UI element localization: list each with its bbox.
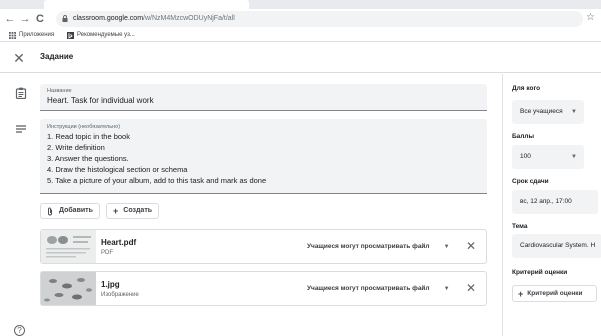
settings-sidebar: Для кого Все учащиеся ▼ Баллы 100 ▼ Срок… [502,74,601,336]
close-icon[interactable]: ✕ [12,51,26,65]
plus-icon: + [518,288,524,299]
app-header: ✕ Задание [0,43,601,73]
add-button-label: Добавить [59,207,93,214]
for-whom-select[interactable]: Все учащиеся ▼ [512,100,584,124]
instructions-field[interactable]: Инструкции (необязательно) 1. Read topic… [40,119,487,194]
url-text: classroom.google.com/w/NzM4MzcwODUyNjFa/… [73,11,235,27]
instructions-line: 2. Write definition [47,143,105,152]
browser-tab-strip [0,0,601,9]
chevron-down-icon: ▼ [443,285,450,292]
for-whom-value: Все учащиеся [520,108,563,115]
topic-value: Cardiovascular System. H [520,242,596,249]
topic-select[interactable]: Cardiovascular System. H [512,234,601,258]
instructions-field-label: Инструкции (необязательно) [47,124,121,130]
image-thumbnail [41,272,96,305]
remove-attachment-icon[interactable]: ✕ [466,281,476,295]
plus-icon: + [113,206,119,216]
pdf-thumbnail [41,230,96,263]
instructions-line: 5. Take a picture of your album, add to … [47,176,267,185]
notes-icon [16,125,26,133]
address-bar[interactable]: classroom.google.com/w/NzM4MzcwODUyNjFa/… [56,11,583,27]
bookmark-star-icon[interactable]: ☆ [586,11,595,25]
forward-button[interactable]: → [18,11,32,27]
remove-attachment-icon[interactable]: ✕ [466,239,476,253]
permission-label: Учащиеся могут просматривать файл [307,285,430,292]
pdf-preview-image [41,230,96,263]
points-value: 100 [520,153,531,160]
due-date-value: вс, 12 апр., 17:00 [520,198,572,205]
add-button[interactable]: Добавить [40,203,100,219]
bookmark-apps-label: Приложения [19,32,55,38]
create-button[interactable]: + Создать [106,203,160,219]
jpg-preview-image [41,272,96,305]
rubric-label: Критерий оценки [512,269,568,276]
points-select[interactable]: 100 ▼ [512,145,584,169]
create-button-label: Создать [123,207,153,214]
bookmark-recommended[interactable]: Рекомендуемые уз... [67,29,135,42]
bookmark-apps[interactable]: Приложения [9,29,54,42]
chevron-down-icon: ▼ [571,154,577,160]
attachment-card[interactable]: 1.jpg Изображение Учащиеся могут просмат… [40,271,487,306]
attachment-name: Heart.pdf [101,238,137,247]
browser-toolbar: ← → C classroom.google.com/w/NzM4MzcwODU… [0,9,601,29]
page-title: Задание [40,52,74,61]
title-field[interactable]: Название Heart. Task for individual work [40,84,487,111]
topic-label: Тема [512,223,528,230]
due-date-select[interactable]: вс, 12 апр., 17:00 [512,190,598,214]
attachment-type: Изображение [101,292,139,298]
for-whom-label: Для кого [512,85,541,92]
instructions-line: 3. Answer the questions. [47,154,129,163]
apps-grid-icon [9,32,16,39]
lock-icon [62,15,68,22]
instructions-line: 1. Read topic in the book [47,132,130,141]
browser-active-tab[interactable] [44,0,249,9]
back-button[interactable]: ← [3,11,17,27]
chevron-down-icon: ▼ [571,109,577,115]
assignment-icon [15,87,27,99]
title-field-value: Heart. Task for individual work [47,96,154,105]
permission-dropdown[interactable]: Учащиеся могут просматривать файл ▼ [298,276,458,301]
due-date-label: Срок сдачи [512,178,549,185]
url-path: /w/NzM4MzcwODUyNjFa/t/all [143,15,235,22]
permission-label: Учащиеся могут просматривать файл [307,243,430,250]
rubric-button-label: Критерий оценки [527,290,583,297]
attachment-type: PDF [101,250,113,256]
instructions-line: 4. Draw the histological section or sche… [47,165,188,174]
bookmarks-bar: Приложения Рекомендуемые уз... [0,29,601,42]
url-host: classroom.google.com [73,15,144,22]
help-icon[interactable]: ? [14,325,25,336]
points-label: Баллы [512,133,535,140]
bookmark-recommended-label: Рекомендуемые уз... [77,32,135,38]
attachment-card[interactable]: Heart.pdf PDF Учащиеся могут просматрива… [40,229,487,264]
reload-button[interactable]: C [33,11,47,27]
permission-dropdown[interactable]: Учащиеся могут просматривать файл ▼ [298,234,458,259]
paperclip-icon [48,207,52,215]
add-rubric-button[interactable]: + Критерий оценки [512,285,597,302]
attachment-name: 1.jpg [101,280,120,289]
chevron-down-icon: ▼ [443,243,450,250]
title-field-label: Название [47,88,72,94]
bing-logo-icon [67,32,74,39]
